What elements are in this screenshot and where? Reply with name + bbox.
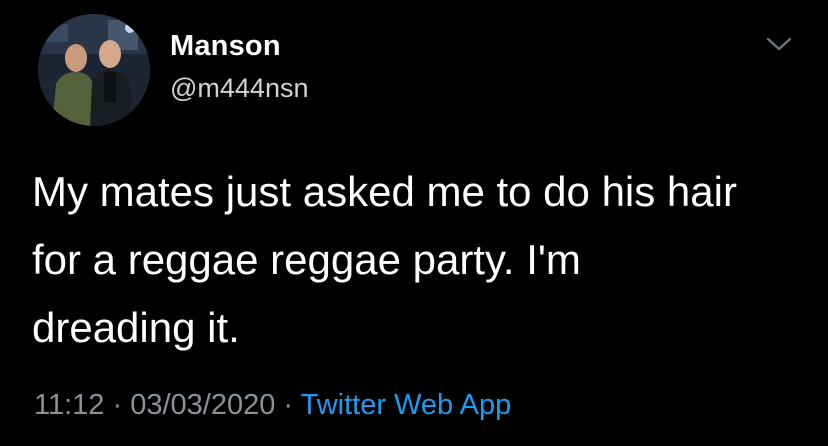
tweet-date[interactable]: 03/03/2020	[130, 389, 275, 421]
tweet-meta: 11:12 · 03/03/2020 · Twitter Web App	[34, 386, 511, 424]
tweet-card: Manson @m444nsn My mates just asked me t…	[0, 0, 828, 446]
user-handle[interactable]: @m444nsn	[170, 71, 308, 105]
tweet-time[interactable]: 11:12	[34, 389, 104, 421]
meta-separator: ·	[275, 389, 301, 421]
display-name[interactable]: Manson	[170, 28, 281, 64]
profile-photo-icon	[38, 14, 150, 126]
tweet-text: My mates just asked me to do his hair fo…	[32, 168, 737, 351]
avatar[interactable]	[38, 14, 150, 126]
chevron-down-icon[interactable]	[762, 32, 796, 56]
meta-separator: ·	[104, 389, 131, 421]
tweet-source-link[interactable]: Twitter Web App	[301, 389, 512, 421]
